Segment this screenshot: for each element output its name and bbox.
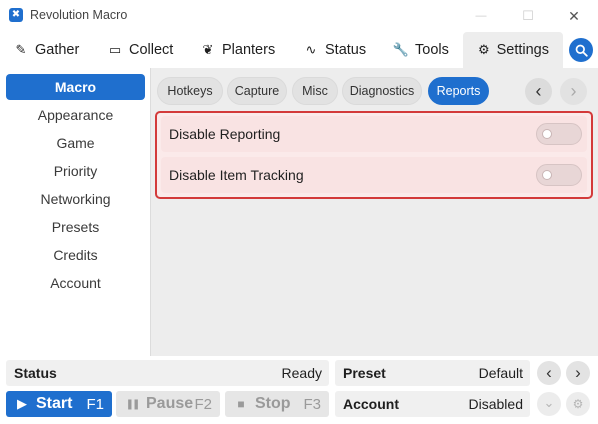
stop-icon: ■: [237, 397, 245, 411]
minimize-button[interactable]: —: [458, 0, 504, 32]
preset-label: Preset: [343, 365, 386, 381]
disable-reporting-label: Disable Reporting: [169, 126, 281, 142]
disable-reporting-toggle[interactable]: [536, 123, 582, 145]
sidebar-item-macro[interactable]: Macro: [6, 74, 145, 100]
tab-planters-label: Planters: [222, 42, 276, 58]
chevron-right-icon: ›: [575, 362, 581, 382]
sidebar-item-credits[interactable]: Credits: [6, 242, 145, 268]
tab-gather[interactable]: ✎ Gather: [13, 32, 80, 68]
plant-icon: ❦: [202, 42, 214, 57]
sidebar-item-presets[interactable]: Presets: [6, 214, 145, 240]
tab-status[interactable]: ∿ Status: [303, 32, 367, 68]
subtab-diagnostics[interactable]: Diagnostics: [342, 77, 422, 105]
account-panel: Account Disabled: [335, 391, 530, 417]
account-settings-button[interactable]: ⚙: [566, 392, 590, 416]
tab-planters[interactable]: ❦ Planters: [200, 32, 276, 68]
tab-tools[interactable]: 🔧 Tools: [393, 32, 449, 68]
bottom-control-bar: Status Ready Preset Default ‹ › ▶ Start …: [0, 356, 598, 424]
preset-prev-button[interactable]: ‹: [537, 361, 561, 385]
ticket-icon: ▭: [108, 42, 122, 57]
subtab-prev-button[interactable]: ‹: [525, 78, 552, 105]
preset-next-button[interactable]: ›: [566, 361, 590, 385]
pause-icon: ❚❚: [125, 398, 141, 410]
tab-collect[interactable]: ▭ Collect: [107, 32, 173, 68]
preset-panel: Preset Default: [335, 360, 530, 386]
toggle-knob: [542, 129, 552, 139]
search-button[interactable]: [569, 38, 593, 62]
status-value: Ready: [281, 365, 322, 381]
gear-icon: ⚙: [572, 397, 584, 411]
status-label: Status: [14, 365, 57, 381]
account-label: Account: [343, 396, 399, 412]
close-icon: ✕: [568, 7, 580, 24]
title-bar: ✖ Revolution Macro — ☐ ✕: [0, 0, 598, 32]
tab-settings[interactable]: ⚙ Settings: [463, 32, 563, 68]
sidebar-item-networking[interactable]: Networking: [6, 186, 145, 212]
brush-icon: ✎: [15, 42, 27, 57]
stop-label: Stop: [255, 395, 291, 412]
sidebar-item-game[interactable]: Game: [6, 130, 145, 156]
start-label: Start: [36, 395, 73, 412]
stop-hotkey: F3: [303, 395, 321, 413]
tab-gather-label: Gather: [35, 42, 80, 58]
status-panel: Status Ready: [6, 360, 329, 386]
sidebar-item-priority[interactable]: Priority: [6, 158, 145, 184]
subtab-reports[interactable]: Reports: [428, 77, 489, 105]
chevron-right-icon: ›: [570, 80, 577, 101]
maximize-button[interactable]: ☐: [505, 0, 551, 32]
reports-panel: Disable Reporting Disable Item Tracking: [155, 111, 593, 199]
subtab-misc[interactable]: Misc: [292, 77, 338, 105]
preset-value: Default: [478, 365, 523, 381]
chevron-down-icon: ⌄: [543, 394, 555, 410]
tab-settings-label: Settings: [496, 42, 549, 58]
gear-icon: ⚙: [477, 42, 490, 57]
report-row-disable-reporting: Disable Reporting: [161, 116, 587, 152]
account-value: Disabled: [468, 396, 523, 412]
disable-item-tracking-toggle[interactable]: [536, 164, 582, 186]
tab-collect-label: Collect: [129, 42, 174, 58]
subtab-capture[interactable]: Capture: [227, 77, 287, 105]
main-tab-bar: ✎ Gather ▭ Collect ❦ Planters ∿ Status 🔧…: [0, 32, 598, 68]
close-button[interactable]: ✕: [551, 0, 597, 32]
chevron-left-icon: ‹: [535, 80, 542, 101]
subtab-next-button[interactable]: ›: [560, 78, 587, 105]
pulse-icon: ∿: [305, 42, 317, 57]
minimize-icon: —: [475, 10, 487, 22]
account-dropdown-button[interactable]: ⌄: [537, 392, 561, 416]
wrench-icon: 🔧: [392, 42, 410, 57]
app-logo-icon: ✖: [9, 8, 23, 22]
window-title: Revolution Macro: [30, 8, 128, 22]
report-row-disable-item-tracking: Disable Item Tracking: [161, 157, 587, 193]
play-icon: ▶: [17, 396, 27, 411]
sidebar-item-appearance[interactable]: Appearance: [6, 102, 145, 128]
disable-item-tracking-label: Disable Item Tracking: [169, 167, 304, 183]
sidebar-item-account[interactable]: Account: [6, 270, 145, 296]
settings-sidebar: Macro Appearance Game Priority Networkin…: [0, 68, 151, 356]
settings-content: Hotkeys Capture Misc Diagnostics Reports…: [151, 68, 598, 356]
subtab-hotkeys[interactable]: Hotkeys: [157, 77, 223, 105]
tab-status-label: Status: [325, 42, 367, 58]
stop-button[interactable]: ■ Stop F3: [225, 391, 329, 417]
start-hotkey: F1: [86, 395, 104, 413]
pause-hotkey: F2: [194, 395, 212, 413]
search-icon: [575, 44, 588, 57]
toggle-knob: [542, 170, 552, 180]
maximize-icon: ☐: [522, 8, 534, 23]
start-button[interactable]: ▶ Start F1: [6, 391, 112, 417]
pause-label: Pause: [146, 395, 194, 412]
chevron-left-icon: ‹: [546, 362, 552, 382]
tab-tools-label: Tools: [415, 42, 449, 58]
pause-button[interactable]: ❚❚ Pause F2: [116, 391, 220, 417]
